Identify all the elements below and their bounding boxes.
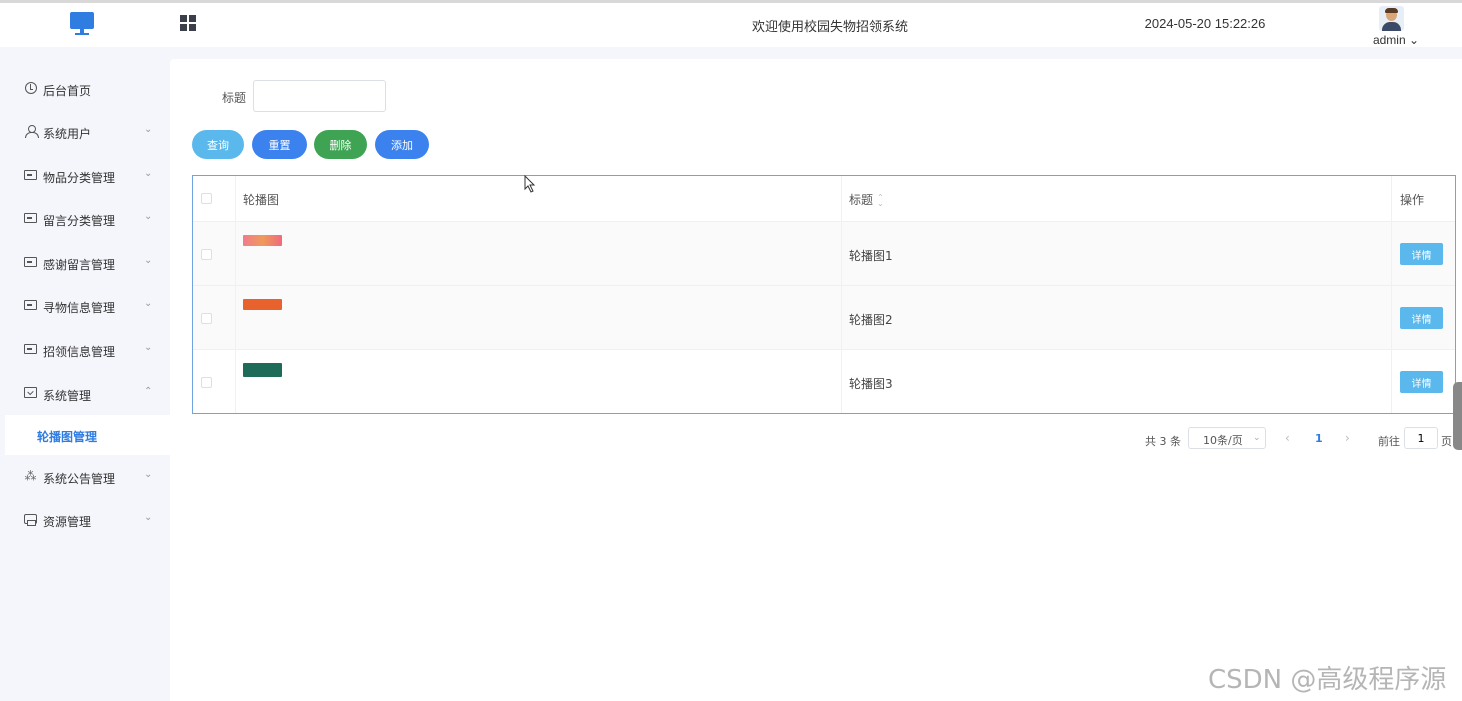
page-number-current[interactable]: 1: [1315, 432, 1323, 445]
row-title: 轮播图1: [849, 249, 893, 263]
chevron-down-icon: ⌄: [144, 298, 153, 309]
row-checkbox[interactable]: [201, 377, 212, 388]
sidebar-item-label: 系统管理: [43, 389, 92, 403]
page-suffix: 页: [1441, 435, 1452, 448]
printer-icon: [24, 513, 37, 526]
page-size-value: 10条/页: [1203, 434, 1243, 447]
row-checkbox[interactable]: [201, 249, 212, 260]
top-bar: 欢迎使用校园失物招领系统 2024-05-20 15:22:26 admin ⌄: [0, 0, 1462, 47]
sidebar-item-label: 资源管理: [43, 515, 92, 529]
card-icon: [24, 299, 37, 312]
sidebar-item-label: 系统公告管理: [43, 472, 116, 486]
chevron-down-icon: ⌄: [1253, 433, 1261, 443]
title-search-input[interactable]: [253, 80, 386, 112]
sidebar-item-lost-items[interactable]: 寻物信息管理 ⌄: [0, 286, 170, 326]
avatar[interactable]: [1379, 6, 1404, 31]
current-datetime: 2024-05-20 15:22:26: [1144, 16, 1266, 31]
goto-label: 前往: [1378, 435, 1400, 448]
column-header-actions: 操作: [1400, 193, 1425, 207]
sort-icon[interactable]: ⌃ ⌄: [877, 193, 884, 207]
carousel-thumbnail: [243, 299, 282, 310]
card-icon: [24, 256, 37, 269]
grid-menu-icon[interactable]: [180, 15, 197, 32]
table-row: 轮播图1 详情: [193, 222, 1455, 286]
sidebar-item-label: 招领信息管理: [43, 345, 116, 359]
sidebar-item-label: 后台首页: [43, 84, 92, 98]
carousel-thumbnail: [243, 363, 282, 377]
select-all-checkbox[interactable]: [201, 193, 212, 204]
card-icon: [24, 343, 37, 356]
clock-icon: [24, 82, 37, 95]
detail-button[interactable]: 详情: [1400, 371, 1443, 393]
add-button[interactable]: 添加: [375, 130, 429, 159]
watermark: CSDN @高级程序源: [1208, 665, 1447, 695]
sidebar-item-users[interactable]: 系统用户 ⌄: [0, 112, 170, 152]
system-title: 欢迎使用校园失物招领系统: [751, 20, 908, 35]
main-content: 标题 查询 重置 删除 添加 轮播图 标题 ⌃ ⌄ 操作 轮播图1 详情 轮播图…: [170, 59, 1462, 701]
folder-check-icon: [24, 387, 37, 400]
chevron-up-icon: ⌃: [144, 386, 153, 397]
spinner-icon: ⁂: [24, 469, 37, 483]
column-header-image: 轮播图: [243, 193, 280, 207]
monitor-logo-icon: [70, 12, 94, 36]
sidebar-subitem-carousel[interactable]: 轮播图管理: [5, 415, 170, 455]
sidebar-item-found-items[interactable]: 招领信息管理 ⌄: [0, 330, 170, 370]
prev-page-button[interactable]: ‹: [1285, 431, 1290, 445]
sidebar-subitem-label: 轮播图管理: [37, 430, 98, 444]
row-checkbox[interactable]: [201, 313, 212, 324]
user-menu[interactable]: admin ⌄: [1368, 33, 1424, 47]
chevron-down-icon: ⌄: [144, 512, 153, 523]
sidebar-item-announcements[interactable]: ⁂ 系统公告管理 ⌄: [0, 457, 170, 497]
chevron-down-icon: ⌄: [1408, 33, 1420, 47]
next-page-button[interactable]: ›: [1345, 431, 1350, 445]
chevron-down-icon: ⌄: [144, 211, 153, 222]
sidebar-item-system[interactable]: 系统管理 ⌃: [0, 374, 170, 414]
sidebar-item-dashboard[interactable]: 后台首页: [0, 69, 170, 109]
page-size-select[interactable]: 10条/页 ⌄: [1188, 427, 1266, 449]
chevron-down-icon: ⌄: [144, 255, 153, 266]
user-icon: [24, 125, 39, 138]
table-row: 轮播图2 详情: [193, 286, 1455, 350]
sidebar: 后台首页 系统用户 ⌄ 物品分类管理 ⌄ 留言分类管理 ⌄ 感谢留言管理 ⌄ 寻…: [0, 47, 170, 701]
scrollbar-handle[interactable]: [1453, 382, 1462, 450]
total-count: 共 3 条: [1145, 435, 1181, 448]
table-header: 轮播图 标题 ⌃ ⌄ 操作: [193, 176, 1455, 222]
goto-page-input[interactable]: [1404, 427, 1438, 449]
sidebar-item-message-category[interactable]: 留言分类管理 ⌄: [0, 199, 170, 239]
sidebar-item-label: 物品分类管理: [43, 171, 116, 185]
carousel-thumbnail: [243, 235, 282, 246]
sidebar-item-label: 感谢留言管理: [43, 258, 116, 272]
table-row: 轮播图3 详情: [193, 350, 1455, 413]
search-label: 标题: [222, 91, 247, 105]
sidebar-item-label: 系统用户: [43, 127, 92, 141]
card-icon: [24, 212, 37, 225]
row-title: 轮播图3: [849, 377, 893, 391]
chevron-down-icon: ⌄: [144, 469, 153, 480]
chevron-down-icon: ⌄: [144, 124, 153, 135]
reset-button[interactable]: 重置: [252, 130, 307, 159]
row-title: 轮播图2: [849, 313, 893, 327]
carousel-table: 轮播图 标题 ⌃ ⌄ 操作 轮播图1 详情 轮播图2 详情 轮播图3 详情: [192, 175, 1456, 414]
sidebar-item-label: 寻物信息管理: [43, 301, 116, 315]
sidebar-item-resources[interactable]: 资源管理 ⌄: [0, 500, 170, 540]
delete-button[interactable]: 删除: [314, 130, 367, 159]
sidebar-item-label: 留言分类管理: [43, 214, 116, 228]
detail-button[interactable]: 详情: [1400, 307, 1443, 329]
pagination: 共 3 条 10条/页 ⌄ ‹ 1 › 前往 页: [170, 427, 1462, 451]
user-name: admin: [1372, 33, 1406, 47]
column-header-title[interactable]: 标题 ⌃ ⌄: [849, 191, 884, 208]
mouse-cursor-icon: [524, 175, 536, 193]
chevron-down-icon: ⌄: [144, 168, 153, 179]
detail-button[interactable]: 详情: [1400, 243, 1443, 265]
query-button[interactable]: 查询: [192, 130, 244, 159]
card-icon: [24, 169, 37, 182]
chevron-down-icon: ⌄: [144, 342, 153, 353]
sidebar-item-item-category[interactable]: 物品分类管理 ⌄: [0, 156, 170, 196]
sidebar-item-thanks-message[interactable]: 感谢留言管理 ⌄: [0, 243, 170, 283]
